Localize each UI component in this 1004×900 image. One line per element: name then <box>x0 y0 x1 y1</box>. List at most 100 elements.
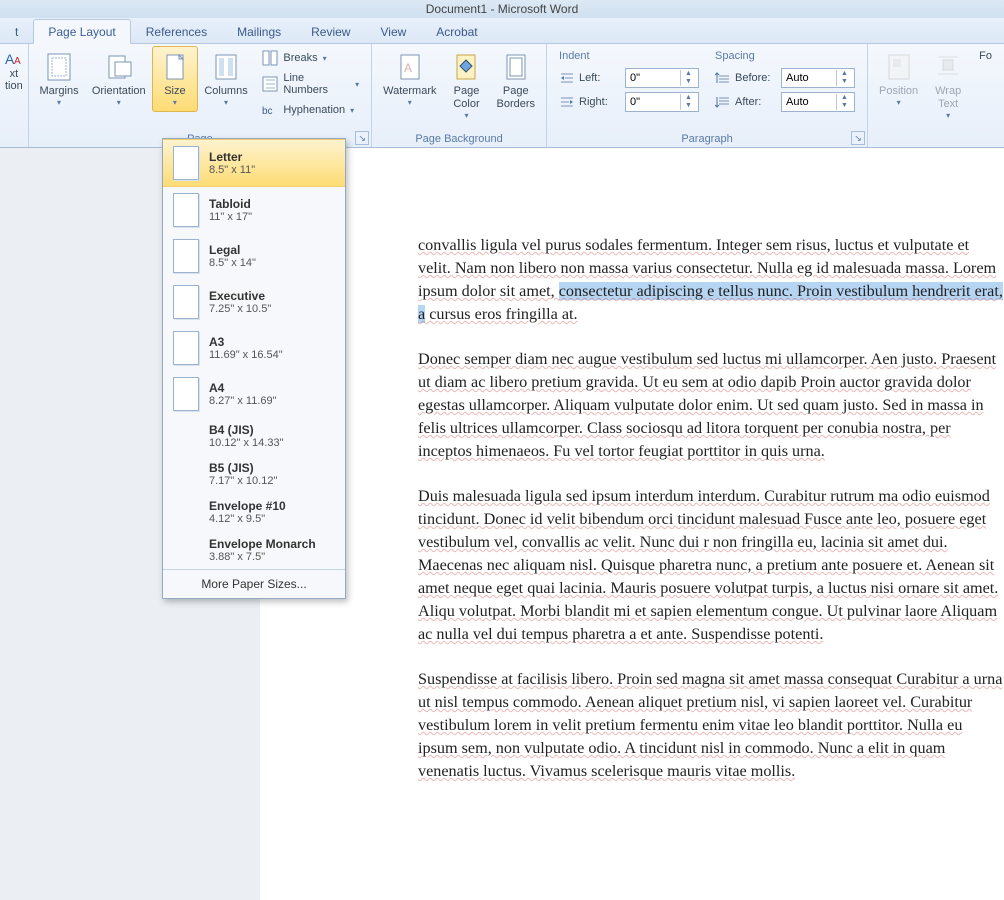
spin-down-icon[interactable]: ▼ <box>837 102 852 110</box>
line-numbers-button[interactable]: Line Numbers ▾ <box>258 70 363 98</box>
bring-forward-cut: Fo <box>975 48 996 64</box>
paragraph-1[interactable]: convallis ligula vel purus sodales ferme… <box>418 234 1004 326</box>
ribbon-tabstrip: t Page Layout References Mailings Review… <box>0 18 1004 44</box>
size-dim: 11.69" x 16.54" <box>209 349 283 361</box>
page-icon <box>173 193 199 227</box>
size-option-a4[interactable]: A48.27" x 11.69" <box>163 371 345 417</box>
size-option-legal[interactable]: Legal8.5" x 14" <box>163 233 345 279</box>
orientation-icon <box>103 51 135 83</box>
page-borders-button[interactable]: Page Borders <box>489 46 542 116</box>
spin-down-icon[interactable]: ▼ <box>837 78 852 86</box>
chevron-down-icon: ▾ <box>355 80 359 89</box>
size-option-envelope-monarch[interactable]: Envelope Monarch3.88" x 7.5" <box>163 531 345 569</box>
tab-partial[interactable]: t <box>0 19 33 43</box>
group-page-setup: Margins ▾ Orientation ▾ Size ▾ <box>29 44 372 147</box>
chevron-down-icon: ▾ <box>57 98 61 107</box>
spacing-after-label: After: <box>735 96 777 108</box>
spin-down-icon[interactable]: ▼ <box>681 102 696 110</box>
themes-xt-label[interactable]: xt <box>10 68 19 80</box>
indent-left-icon <box>559 71 575 85</box>
spin-down-icon[interactable]: ▼ <box>681 78 696 86</box>
size-option-b5-jis-[interactable]: B5 (JIS)7.17" x 10.12" <box>163 455 345 493</box>
size-option-envelope-10[interactable]: Envelope #104.12" x 9.5" <box>163 493 345 531</box>
size-dim: 8.5" x 11" <box>209 164 255 176</box>
paragraph-2[interactable]: Donec semper diam nec augue vestibulum s… <box>418 348 1004 463</box>
tab-review[interactable]: Review <box>296 19 365 43</box>
spacing-before-label: Before: <box>735 72 777 84</box>
spacing-after-input[interactable]: ▲▼ <box>781 92 855 112</box>
spacing-before-input[interactable]: ▲▼ <box>781 68 855 88</box>
page-icon <box>173 331 199 365</box>
columns-icon <box>210 51 242 83</box>
watermark-icon: A <box>394 51 426 83</box>
themes-tion-label[interactable]: tion <box>5 80 23 92</box>
paragraph-dialog-launcher[interactable]: ↘ <box>851 131 865 145</box>
spin-up-icon[interactable]: ▲ <box>681 70 696 78</box>
chevron-down-icon: ▾ <box>464 111 468 120</box>
group-label-page-background: Page Background <box>376 131 542 147</box>
size-dim: 7.17" x 10.12" <box>209 475 277 487</box>
more-paper-sizes[interactable]: More Paper Sizes... <box>163 569 345 598</box>
group-label-arrange <box>872 143 1000 147</box>
chevron-down-icon: ▾ <box>946 111 950 120</box>
ribbon: AA xt tion Margins ▾ Orientation ▾ <box>0 44 1004 148</box>
spin-up-icon[interactable]: ▲ <box>837 94 852 102</box>
size-option-b4-jis-[interactable]: B4 (JIS)10.12" x 14.33" <box>163 417 345 455</box>
indent-left-input[interactable]: ▲▼ <box>625 68 699 88</box>
hyphenation-button[interactable]: bc Hyphenation ▾ <box>258 100 363 120</box>
chevron-down-icon: ▾ <box>117 98 121 107</box>
margins-icon <box>43 51 75 83</box>
breaks-icon <box>262 50 278 66</box>
columns-button[interactable]: Columns ▾ <box>198 46 255 112</box>
size-option-executive[interactable]: Executive7.25" x 10.5" <box>163 279 345 325</box>
watermark-button[interactable]: A Watermark ▾ <box>376 46 443 112</box>
page-setup-dialog-launcher[interactable]: ↘ <box>355 131 369 145</box>
breaks-button[interactable]: Breaks ▾ <box>258 48 363 68</box>
indent-left-label: Left: <box>579 72 621 84</box>
document-page[interactable]: convallis ligula vel purus sodales ferme… <box>260 148 1004 900</box>
document-workspace: convallis ligula vel purus sodales ferme… <box>0 148 1004 900</box>
paragraph-3[interactable]: Duis malesuada ligula sed ipsum interdum… <box>418 485 1004 646</box>
size-icon <box>159 51 191 83</box>
tab-view[interactable]: View <box>365 19 421 43</box>
group-label-themes-cut <box>4 143 24 147</box>
chevron-down-icon: ▾ <box>897 98 901 107</box>
document-body[interactable]: convallis ligula vel purus sodales ferme… <box>260 176 1004 783</box>
wrap-text-icon <box>932 51 964 83</box>
size-name: Envelope Monarch <box>209 537 316 551</box>
position-icon <box>883 51 915 83</box>
size-dim: 3.88" x 7.5" <box>209 551 316 563</box>
page-borders-icon <box>500 51 532 83</box>
size-button[interactable]: Size ▾ <box>152 46 197 112</box>
size-name: Executive <box>209 289 271 303</box>
chevron-down-icon: ▾ <box>323 54 327 63</box>
spin-up-icon[interactable]: ▲ <box>681 94 696 102</box>
orientation-button[interactable]: Orientation ▾ <box>85 46 152 112</box>
chevron-down-icon: ▾ <box>224 98 228 107</box>
themes-fonts-icon: AA <box>5 50 23 68</box>
chevron-down-icon: ▾ <box>350 106 354 115</box>
page-color-button[interactable]: Page Color ▾ <box>443 46 489 125</box>
indent-right-input[interactable]: ▲▼ <box>625 92 699 112</box>
margins-button[interactable]: Margins ▾ <box>33 46 85 112</box>
group-arrange: Position ▾ Wrap Text ▾ Fo <box>868 44 1004 147</box>
size-dim: 4.12" x 9.5" <box>209 513 286 525</box>
size-name: B4 (JIS) <box>209 423 283 437</box>
size-dim: 8.5" x 14" <box>209 257 256 269</box>
tab-page-layout[interactable]: Page Layout <box>33 19 130 44</box>
size-option-letter[interactable]: Letter8.5" x 11" <box>163 139 345 187</box>
group-paragraph: Indent Left: ▲▼ Right: ▲▼ <box>547 44 868 147</box>
tab-references[interactable]: References <box>131 19 222 43</box>
size-option-tabloid[interactable]: Tabloid11" x 17" <box>163 187 345 233</box>
spin-up-icon[interactable]: ▲ <box>837 70 852 78</box>
window-title: Document1 - Microsoft Word <box>426 2 579 16</box>
indent-title: Indent <box>559 50 699 62</box>
tab-mailings[interactable]: Mailings <box>222 19 296 43</box>
position-button: Position ▾ <box>872 46 925 112</box>
page-size-menu: Letter8.5" x 11"Tabloid11" x 17"Legal8.5… <box>162 138 346 599</box>
size-dim: 8.27" x 11.69" <box>209 395 277 407</box>
paragraph-4[interactable]: Suspendisse at facilisis libero. Proin s… <box>418 668 1004 783</box>
group-themes-cut: AA xt tion <box>0 44 29 147</box>
tab-acrobat[interactable]: Acrobat <box>421 19 492 43</box>
size-option-a3[interactable]: A311.69" x 16.54" <box>163 325 345 371</box>
